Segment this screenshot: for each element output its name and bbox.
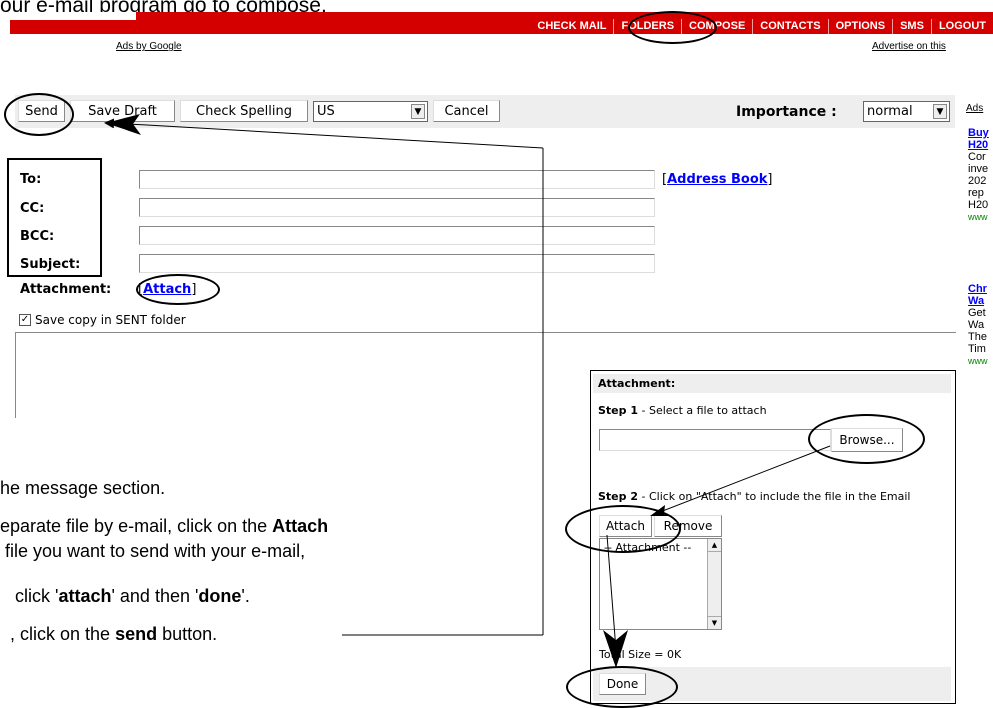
annotation-lines — [104, 114, 831, 668]
send-connector — [104, 114, 544, 636]
browse-to-attach-arrow — [650, 445, 831, 516]
attach-to-done-arrow — [603, 534, 628, 668]
